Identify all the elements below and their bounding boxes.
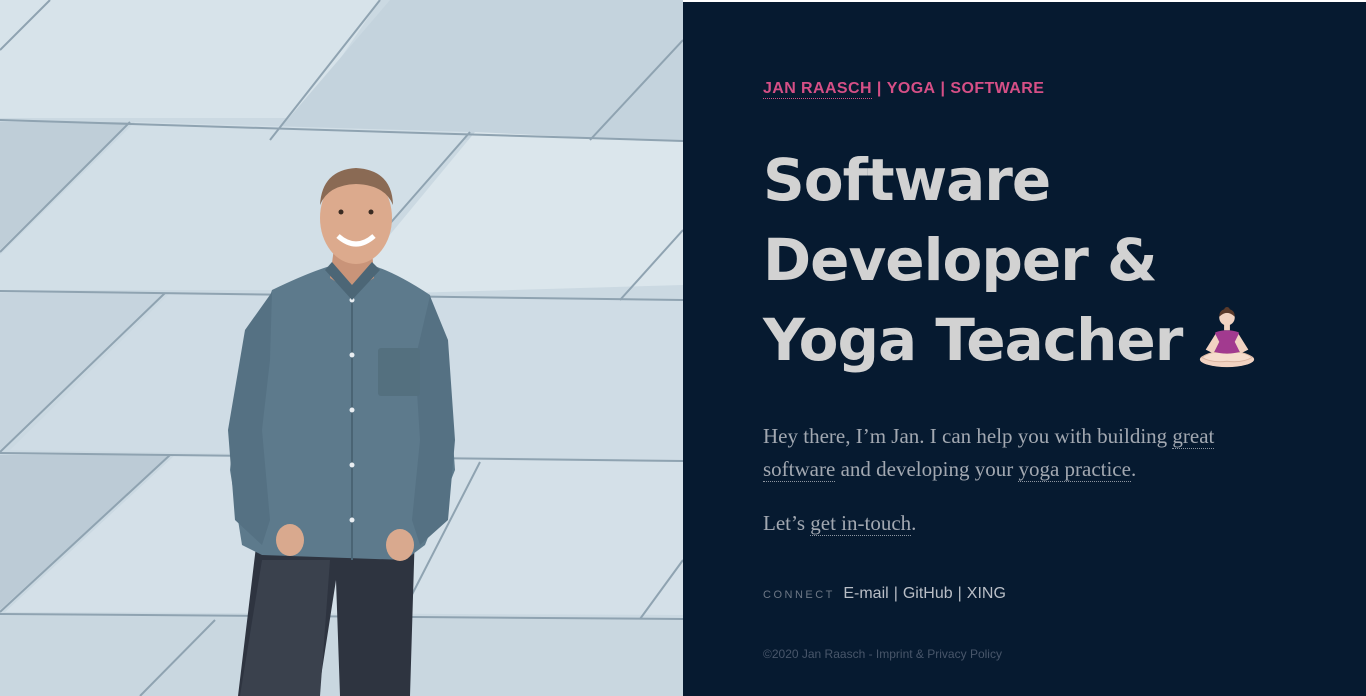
connect-separator: |	[893, 585, 898, 602]
intro-panel: JAN RAASCH | YOGA | SOFTWARE Software Develo…	[683, 0, 1366, 696]
person-photo-illustration	[0, 0, 683, 696]
get-in-touch-link[interactable]: get in-touch	[810, 511, 912, 536]
privacy-policy-link[interactable]: Privacy Policy	[927, 647, 1002, 661]
footer: ©2020 Jan Raasch - Imprint & Privacy Pol…	[763, 647, 1002, 661]
person-in-lotus-position-icon	[1200, 306, 1255, 367]
intro-part-1: Hey there, I’m Jan. I can help you with …	[763, 424, 1173, 448]
headline-line-1: Software	[763, 146, 1051, 214]
nav-home-link[interactable]: JAN RAASCH	[763, 80, 872, 99]
footer-ampersand: &	[912, 647, 928, 661]
footer-copyright: ©2020 Jan Raasch -	[763, 647, 876, 661]
connect-separator: |	[957, 585, 962, 602]
cta-prefix: Let’s	[763, 511, 811, 535]
nav-software-link[interactable]: SOFTWARE	[950, 80, 1044, 97]
email-link[interactable]: E-mail	[843, 585, 888, 602]
headline-line-3: Yoga Teacher	[763, 306, 1183, 374]
page: JAN RAASCH | YOGA | SOFTWARE Software Develo…	[0, 0, 1366, 696]
contact-cta: Let’s get in-touch.	[763, 507, 916, 540]
intro-text: Hey there, I’m Jan. I can help you with …	[763, 420, 1283, 486]
top-nav: JAN RAASCH | YOGA | SOFTWARE	[763, 80, 1044, 99]
intro-part-2: and developing your	[835, 457, 1019, 481]
page-title: Software Developer & Yoga Teacher	[763, 140, 1283, 380]
connect-label: CONNECT	[763, 589, 835, 601]
intro-part-3: .	[1130, 457, 1137, 481]
profile-photo	[0, 0, 683, 696]
headline-line-2: Developer &	[763, 226, 1158, 294]
connect-links: CONNECT E-mail | GitHub | XING	[763, 585, 1006, 603]
nav-separator: |	[940, 80, 946, 97]
imprint-link[interactable]: Imprint	[876, 647, 913, 661]
yoga-practice-link[interactable]: yoga practice	[1018, 457, 1131, 482]
xing-link[interactable]: XING	[967, 585, 1006, 602]
nav-yoga-link[interactable]: YOGA	[887, 80, 936, 97]
nav-separator: |	[876, 80, 882, 97]
github-link[interactable]: GitHub	[903, 585, 953, 602]
headline-line-3-wrap: Yoga Teacher	[763, 300, 1283, 380]
cta-suffix: .	[911, 511, 917, 535]
